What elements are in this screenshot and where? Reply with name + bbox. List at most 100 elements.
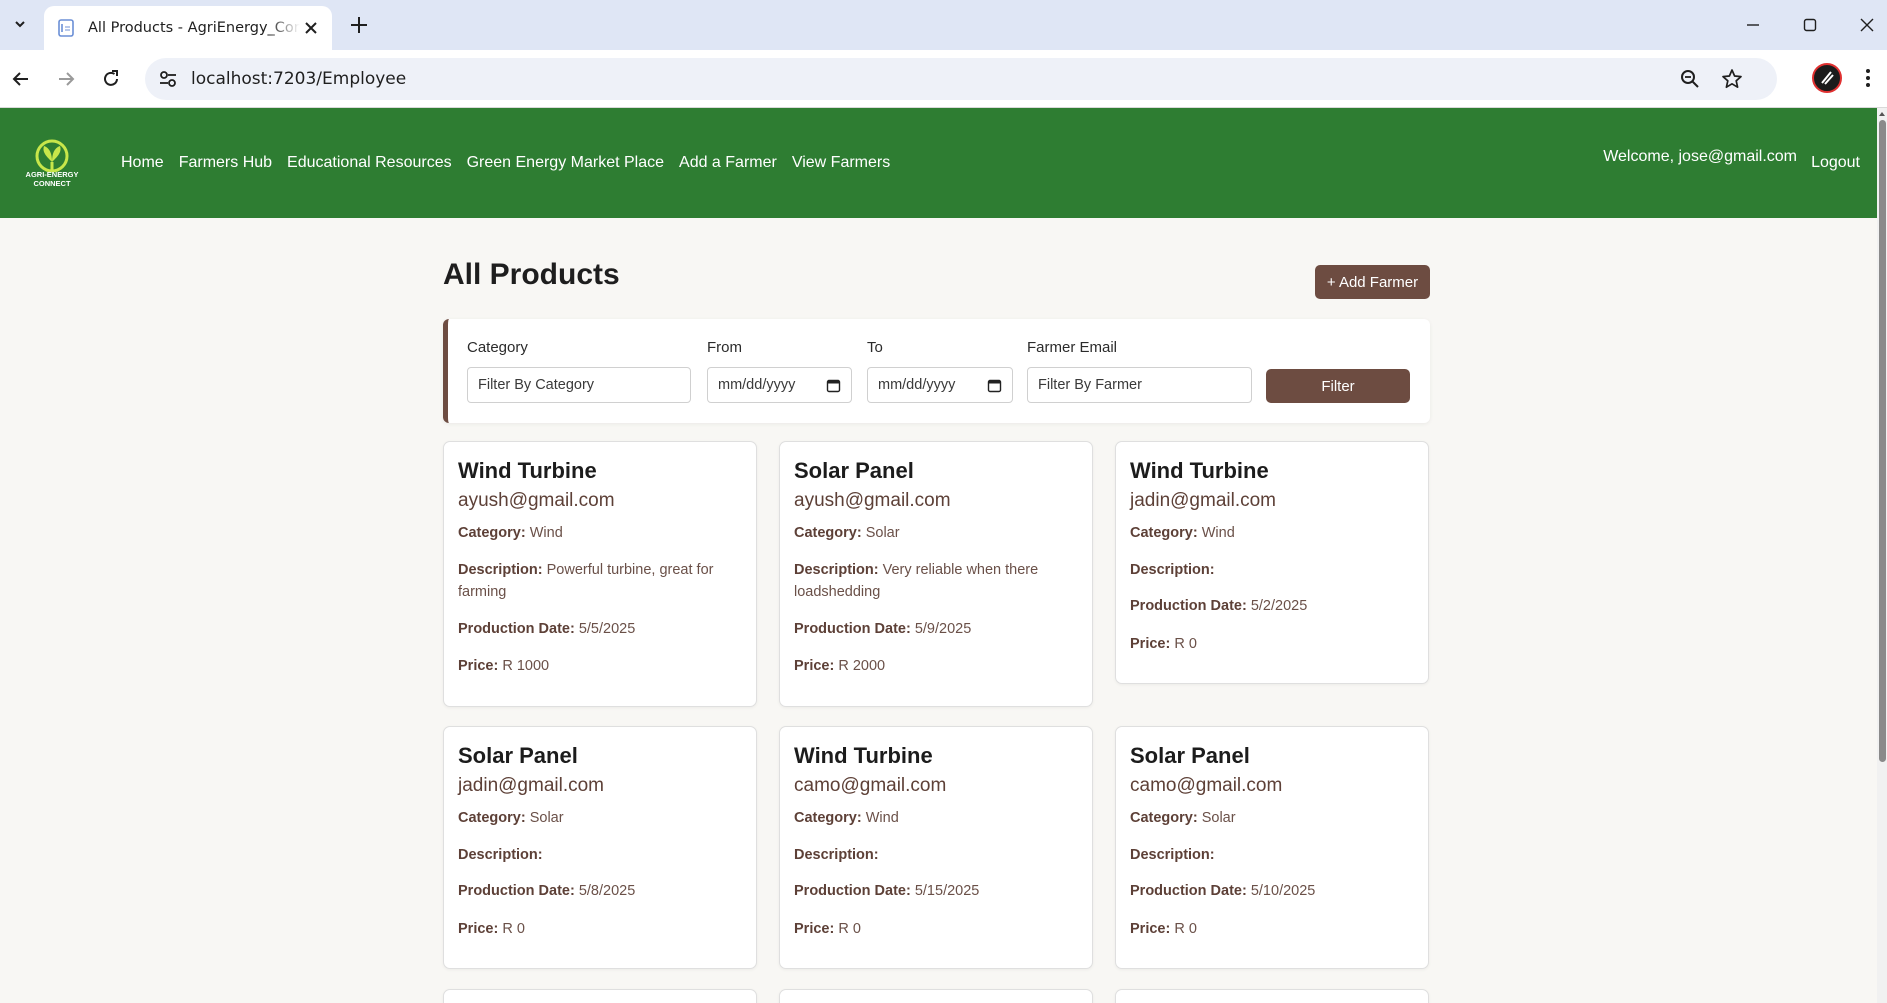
product-name: Wind Turbine bbox=[794, 743, 933, 768]
product-card: Wind Turbine ayush@gmail.com Category: W… bbox=[443, 441, 757, 707]
to-date-value: mm/dd/yyyy bbox=[878, 377, 956, 393]
product-card: Wind Turbine jadin@gmail.com Category: W… bbox=[1115, 441, 1429, 684]
close-tab-icon[interactable] bbox=[302, 19, 320, 37]
production-date-label: Production Date: bbox=[1130, 598, 1247, 614]
zoom-icon[interactable] bbox=[1679, 68, 1701, 90]
product-date-row: Production Date: 5/10/2025 bbox=[1130, 880, 1420, 902]
product-date: 5/5/2025 bbox=[578, 621, 636, 637]
add-farmer-button[interactable]: + Add Farmer bbox=[1315, 265, 1430, 299]
product-description-row: Description: bbox=[794, 844, 1084, 866]
description-label: Description: bbox=[1130, 562, 1215, 578]
product-price: R 2000 bbox=[838, 658, 886, 674]
product-price-row: Price: R 0 bbox=[458, 918, 748, 940]
tab-search-icon[interactable] bbox=[6, 10, 34, 38]
page-scrollbar-thumb[interactable] bbox=[1879, 120, 1886, 762]
nav-link-view-farmers[interactable]: View Farmers bbox=[792, 154, 890, 172]
product-name: Solar Panel bbox=[1130, 743, 1250, 768]
product-name: Solar Panel bbox=[794, 458, 914, 483]
nav-links: Home Farmers Hub Educational Resources G… bbox=[121, 154, 890, 172]
url-field[interactable]: localhost:7203/Employee bbox=[145, 58, 1777, 100]
product-card: Solar Panel ayush@gmail.com Category: So… bbox=[779, 441, 1093, 707]
close-window-icon[interactable] bbox=[1852, 10, 1882, 40]
browser-tab-active[interactable]: All Products - AgriEnergy_Connect bbox=[44, 6, 332, 50]
product-card-partial bbox=[1115, 989, 1429, 1003]
product-date-row: Production Date: 5/5/2025 bbox=[458, 618, 748, 640]
product-date-row: Production Date: 5/9/2025 bbox=[794, 618, 1084, 640]
category-label: Category: bbox=[794, 810, 862, 826]
product-category-row: Category: Solar bbox=[458, 807, 748, 829]
profile-avatar[interactable] bbox=[1812, 63, 1842, 93]
product-category: Solar bbox=[1201, 810, 1236, 826]
production-date-label: Production Date: bbox=[458, 621, 575, 637]
product-date-row: Production Date: 5/8/2025 bbox=[458, 880, 748, 902]
nav-link-farmers-hub[interactable]: Farmers Hub bbox=[179, 154, 272, 172]
product-date-row: Production Date: 5/15/2025 bbox=[794, 880, 1084, 902]
product-date: 5/8/2025 bbox=[578, 883, 636, 899]
production-date-label: Production Date: bbox=[1130, 883, 1247, 899]
new-tab-icon[interactable] bbox=[346, 12, 372, 38]
minimize-icon[interactable] bbox=[1738, 10, 1768, 40]
product-card-partial bbox=[443, 989, 757, 1003]
farmer-email-label: Farmer Email bbox=[1027, 339, 1118, 356]
product-category: Wind bbox=[1201, 525, 1235, 541]
product-farmer-email: ayush@gmail.com bbox=[458, 490, 615, 511]
product-price-row: Price: R 0 bbox=[1130, 918, 1420, 940]
to-date-input[interactable]: mm/dd/yyyy bbox=[867, 367, 1013, 403]
product-price-row: Price: R 2000 bbox=[794, 655, 1084, 677]
product-category: Solar bbox=[865, 525, 900, 541]
nav-link-educational-resources[interactable]: Educational Resources bbox=[287, 154, 452, 172]
price-label: Price: bbox=[458, 658, 499, 674]
category-filter-placeholder: Filter By Category bbox=[478, 377, 595, 393]
product-price-row: Price: R 0 bbox=[1130, 633, 1420, 655]
nav-link-green-energy-market[interactable]: Green Energy Market Place bbox=[467, 154, 664, 172]
product-price: R 0 bbox=[838, 921, 861, 937]
nav-link-home[interactable]: Home bbox=[121, 154, 164, 172]
price-label: Price: bbox=[1130, 921, 1171, 937]
bookmark-star-icon[interactable] bbox=[1721, 68, 1743, 90]
price-label: Price: bbox=[458, 921, 499, 937]
logout-link[interactable]: Logout bbox=[1811, 154, 1860, 172]
maximize-icon[interactable] bbox=[1795, 10, 1825, 40]
product-category: Solar bbox=[529, 810, 564, 826]
page-favicon-icon bbox=[58, 19, 74, 37]
tab-title: All Products - AgriEnergy_Connect bbox=[88, 20, 300, 36]
browser-menu-icon[interactable] bbox=[1858, 64, 1878, 92]
production-date-label: Production Date: bbox=[794, 883, 911, 899]
product-category: Wind bbox=[865, 810, 899, 826]
product-category-row: Category: Wind bbox=[794, 807, 1084, 829]
calendar-icon[interactable] bbox=[826, 378, 841, 393]
product-category-row: Category: Wind bbox=[458, 522, 748, 544]
production-date-label: Production Date: bbox=[794, 621, 911, 637]
product-price: R 0 bbox=[1174, 636, 1197, 652]
category-filter-input[interactable]: Filter By Category bbox=[467, 367, 691, 403]
product-farmer-email: camo@gmail.com bbox=[794, 775, 947, 796]
from-date-label: From bbox=[707, 339, 742, 356]
site-settings-icon[interactable] bbox=[157, 68, 179, 90]
product-farmer-email: camo@gmail.com bbox=[1130, 775, 1283, 796]
back-arrow-icon[interactable] bbox=[7, 65, 35, 93]
from-date-input[interactable]: mm/dd/yyyy bbox=[707, 367, 852, 403]
product-price: R 0 bbox=[1174, 921, 1197, 937]
forward-arrow-icon[interactable] bbox=[52, 65, 80, 93]
product-category-row: Category: Solar bbox=[1130, 807, 1420, 829]
product-date: 5/2/2025 bbox=[1250, 598, 1308, 614]
from-date-value: mm/dd/yyyy bbox=[718, 377, 796, 393]
farmer-email-input[interactable]: Filter By Farmer bbox=[1027, 367, 1252, 403]
reload-icon[interactable] bbox=[97, 65, 125, 93]
price-label: Price: bbox=[794, 921, 835, 937]
product-farmer-email: jadin@gmail.com bbox=[458, 775, 605, 796]
scroll-up-icon[interactable] bbox=[1878, 110, 1886, 118]
product-date: 5/15/2025 bbox=[914, 883, 980, 899]
nav-link-add-farmer[interactable]: Add a Farmer bbox=[679, 154, 777, 172]
product-name: Solar Panel bbox=[458, 743, 578, 768]
product-description-row: Description: Powerful turbine, great for… bbox=[458, 559, 748, 603]
category-label: Category: bbox=[458, 810, 526, 826]
filter-button[interactable]: Filter bbox=[1266, 369, 1410, 403]
calendar-icon[interactable] bbox=[987, 378, 1002, 393]
product-price: R 1000 bbox=[502, 658, 550, 674]
description-label: Description: bbox=[794, 562, 879, 578]
farmer-email-placeholder: Filter By Farmer bbox=[1038, 377, 1142, 393]
product-date: 5/10/2025 bbox=[1250, 883, 1316, 899]
product-name: Wind Turbine bbox=[458, 458, 597, 483]
product-category: Wind bbox=[529, 525, 563, 541]
